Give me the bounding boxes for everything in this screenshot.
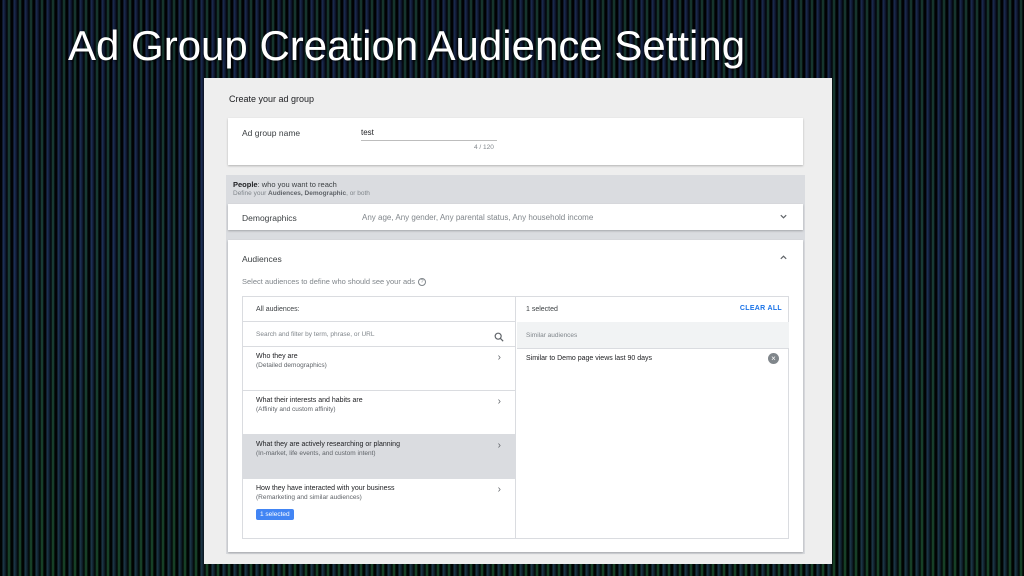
category-title: How they have interacted with your busin… [256,485,395,492]
people-section: People: who you want to reach Define you… [226,175,805,554]
category-interacted-business[interactable]: How they have interacted with your busin… [243,479,515,537]
slide-title: Ad Group Creation Audience Setting [68,22,746,69]
character-counter: 4 / 120 [474,144,494,151]
remove-icon[interactable]: × [768,353,779,364]
demographics-summary: Any age, Any gender, Any parental status… [362,213,594,222]
category-researching-planning[interactable]: What they are actively researching or pl… [243,435,515,479]
search-input[interactable]: Search and filter by term, phrase, or UR… [256,331,375,338]
category-title: What their interests and habits are [256,397,363,404]
chevron-right-icon: › [497,396,501,407]
help-icon[interactable]: ? [418,278,427,286]
audience-selector: All audiences: Search and filter by term… [242,296,789,539]
group-header: Similar audiences [526,332,578,339]
ad-group-name-input[interactable]: test [361,128,374,137]
similar-audiences-group: Similar audiences [517,322,789,349]
input-underline [361,140,497,141]
selected-audience-item: Similar to Demo page views last 90 days [526,355,653,362]
ad-group-screenshot: Create your ad group Ad group name test … [204,78,832,564]
all-audiences-header: All audiences: [256,306,300,313]
ad-group-name-card: Ad group name test 4 / 120 [228,118,803,165]
audiences-instruction: Select audiences to define who should se… [242,277,427,286]
chevron-down-icon[interactable] [779,212,788,223]
chevron-right-icon: › [497,484,501,495]
chevron-right-icon: › [497,352,501,363]
demographics-label: Demographics [242,213,297,223]
selected-badge: 1 selected [256,509,294,520]
category-subtitle: (Remarketing and similar audiences) [256,494,362,501]
demographics-row[interactable]: Demographics Any age, Any gender, Any pa… [228,204,803,230]
people-subtitle: Define your Audiences, Demographic, or b… [233,190,370,197]
selected-count: 1 selected [526,306,558,313]
all-audiences-panel: All audiences: Search and filter by term… [243,297,516,538]
selected-audiences-panel: 1 selected CLEAR ALL Similar audiences S… [517,297,789,538]
all-audiences-header-row: All audiences: [243,297,515,322]
search-row[interactable]: Search and filter by term, phrase, or UR… [243,322,515,347]
category-subtitle: (In-market, life events, and custom inte… [256,450,376,457]
search-icon[interactable] [494,329,504,342]
audiences-card: Audiences Select audiences to define who… [228,240,803,552]
clear-all-button[interactable]: CLEAR ALL [740,305,782,312]
category-subtitle: (Affinity and custom affinity) [256,406,336,413]
people-title: People: who you want to reach [233,180,337,189]
audiences-label: Audiences [242,254,282,264]
ad-group-name-label: Ad group name [242,128,301,138]
category-interests-habits[interactable]: What their interests and habits are (Aff… [243,391,515,435]
chevron-up-icon[interactable] [779,253,788,264]
page-header: Create your ad group [229,94,315,104]
category-title: What they are actively researching or pl… [256,441,400,448]
chevron-right-icon: › [497,440,501,451]
category-title: Who they are [256,353,298,360]
category-who-they-are[interactable]: Who they are (Detailed demographics) › [243,347,515,391]
category-subtitle: (Detailed demographics) [256,362,327,369]
